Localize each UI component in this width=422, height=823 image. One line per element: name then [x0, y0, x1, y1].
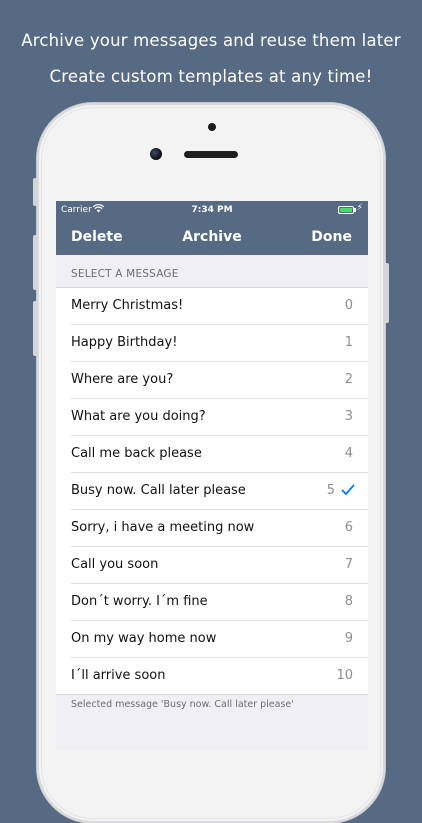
- message-row[interactable]: Sorry, i have a meeting now 6: [71, 510, 368, 547]
- selected-message-footer: Selected message 'Busy now. Call later p…: [71, 699, 294, 710]
- checkmark-icon: [341, 484, 355, 495]
- charging-bolt-icon: ⚡: [356, 203, 363, 213]
- message-row[interactable]: Don´t worry. I´m fine 8: [71, 584, 368, 621]
- message-index: 2: [344, 372, 353, 387]
- section-header: SELECT A MESSAGE: [71, 268, 179, 280]
- message-text: Sorry, i have a meeting now: [71, 520, 255, 535]
- message-text: I´ll arrive soon: [71, 668, 166, 683]
- message-text: Where are you?: [71, 372, 174, 387]
- message-text: What are you doing?: [71, 409, 206, 424]
- message-index: 1: [344, 335, 353, 350]
- message-row[interactable]: Call you soon 7: [71, 547, 368, 584]
- message-row[interactable]: Busy now. Call later please 5: [71, 473, 368, 510]
- message-row[interactable]: Happy Birthday! 1: [71, 325, 368, 362]
- battery-icon: [338, 206, 356, 214]
- promo-line-1: Archive your messages and reuse them lat…: [21, 31, 401, 50]
- message-text: Call me back please: [71, 446, 202, 461]
- message-text: Don´t worry. I´m fine: [71, 594, 208, 609]
- proximity-sensor: [208, 123, 216, 131]
- message-list: Merry Christmas! 0 Happy Birthday! 1 Where a…: [56, 287, 368, 695]
- message-index: 3: [344, 409, 353, 424]
- message-text: Happy Birthday!: [71, 335, 178, 350]
- navigation-bar: Delete Archive Done: [56, 219, 368, 255]
- earpiece-speaker: [184, 151, 238, 158]
- message-index: 0: [344, 298, 353, 313]
- volume-up-button: [33, 235, 38, 290]
- front-camera-icon: [150, 148, 162, 160]
- message-row[interactable]: I´ll arrive soon 10: [71, 658, 368, 694]
- message-index: 8: [344, 594, 353, 609]
- message-text: Call you soon: [71, 557, 159, 572]
- message-row[interactable]: Where are you? 2: [71, 362, 368, 399]
- power-button: [384, 263, 389, 323]
- message-text: Busy now. Call later please: [71, 483, 246, 498]
- status-bar: Carrier 7:34 PM ⚡: [56, 201, 368, 219]
- message-row[interactable]: What are you doing? 3: [71, 399, 368, 436]
- message-text: Merry Christmas!: [71, 298, 184, 313]
- message-index: 9: [344, 631, 353, 646]
- volume-down-button: [33, 301, 38, 356]
- message-row[interactable]: On my way home now 9: [71, 621, 368, 658]
- message-index: 6: [344, 520, 353, 535]
- message-index: 5: [326, 483, 335, 498]
- message-index: 4: [344, 446, 353, 461]
- message-row[interactable]: Call me back please 4: [71, 436, 368, 473]
- message-text: On my way home now: [71, 631, 217, 646]
- mute-switch: [33, 178, 38, 206]
- app-screen: Carrier 7:34 PM ⚡ Delete Archive Done SE…: [56, 201, 368, 750]
- done-button[interactable]: Done: [311, 229, 352, 245]
- message-index: 7: [344, 557, 353, 572]
- promo-line-2: Create custom templates at any time!: [49, 67, 373, 86]
- message-index: 10: [336, 668, 353, 683]
- status-time: 7:34 PM: [191, 205, 233, 215]
- message-row[interactable]: Merry Christmas! 0: [71, 288, 368, 325]
